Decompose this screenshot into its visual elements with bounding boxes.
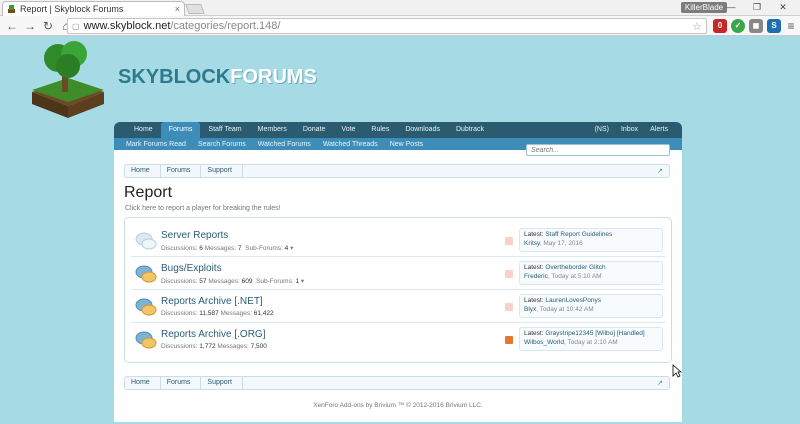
breadcrumb-support[interactable]: Support (201, 377, 243, 389)
browser-toolbar: ← → ↻ ⌂ ▢ www.skyblock.net/categories/re… (0, 16, 800, 36)
breadcrumb-support[interactable]: Support (201, 165, 243, 177)
subnav-watched-threads[interactable]: Watched Threads (317, 141, 384, 148)
main-nav: Home Forums Staff Team Members Donate Vo… (114, 122, 682, 138)
back-icon[interactable]: ← (4, 19, 20, 33)
latest-user-link[interactable]: Frederic (524, 273, 548, 280)
subforums-toggle-icon[interactable]: ▾ (290, 245, 293, 252)
breadcrumb-forums[interactable]: Forums (161, 165, 202, 177)
latest-post: Latest: Overtheborder Glitch Frederic, T… (519, 261, 663, 285)
nav-rules[interactable]: Rules (363, 122, 397, 138)
browser-tabstrip: Report | Skyblock Forums × KillerBlade —… (0, 0, 800, 16)
page-info-icon[interactable]: ▢ (72, 22, 80, 31)
minimize-icon[interactable]: — (718, 0, 744, 14)
latest-post: Latest: Staff Report Guidelines Kritsy, … (519, 228, 663, 252)
page-title: Report (124, 184, 173, 201)
rss-feed-icon[interactable] (505, 303, 513, 311)
forward-icon[interactable]: → (22, 19, 38, 33)
new-tab-button[interactable] (185, 4, 205, 14)
blue-extension-icon[interactable]: S (767, 19, 781, 33)
breadcrumb-home[interactable]: Home (125, 165, 161, 177)
chat-bubbles-icon (135, 331, 157, 349)
nav-inbox[interactable]: Inbox (615, 122, 644, 138)
jump-to-icon[interactable]: ↗ (657, 167, 663, 175)
jump-to-icon[interactable]: ↗ (657, 379, 663, 387)
subforums-toggle-icon[interactable]: ▾ (301, 278, 304, 285)
skyblock-logo-icon[interactable] (28, 40, 108, 120)
nav-account[interactable]: (NS) (589, 122, 615, 138)
reload-icon[interactable]: ↻ (40, 19, 56, 33)
breadcrumb-home[interactable]: Home (125, 377, 161, 389)
skyblock-favicon-icon (8, 4, 15, 13)
forum-node: Bugs/Exploits Discussions: 57 Messages: … (131, 257, 665, 290)
forum-stats: Discussions: 11,587 Messages: 61,422 (161, 310, 274, 317)
mouse-cursor-icon (672, 364, 682, 378)
adblock-extension-icon[interactable]: 0 (713, 19, 727, 33)
chat-bubbles-icon (135, 232, 157, 250)
menu-icon[interactable]: ≡ (784, 19, 798, 33)
latest-thread-link[interactable]: Graystripe12345 [Wilbo] [Handled] (545, 330, 644, 337)
forum-stats: Discussions: 6 Messages: 7 Sub-Forums: 4… (161, 245, 294, 252)
latest-thread-link[interactable]: LaurenLovesPonys (545, 297, 601, 304)
gray-extension-icon[interactable]: ◼ (749, 19, 763, 33)
bookmark-star-icon[interactable]: ☆ (692, 20, 702, 33)
forum-stats: Discussions: 1,772 Messages: 7,500 (161, 343, 267, 350)
url-path: /categories/report.148/ (170, 20, 281, 32)
forum-title[interactable]: Reports Archive [.ORG] (161, 329, 265, 340)
site-brand[interactable]: SKYBLOCKFORUMS (118, 66, 317, 89)
nav-downloads[interactable]: Downloads (397, 122, 448, 138)
window-controls: — ❐ ✕ (718, 0, 796, 14)
latest-user-link[interactable]: Wilbos_World (524, 339, 564, 346)
breadcrumb: Home Forums Support ↗ (124, 164, 670, 178)
forum-node: Server Reports Discussions: 6 Messages: … (131, 224, 665, 257)
forum-list: Server Reports Discussions: 6 Messages: … (124, 217, 672, 363)
nav-forums[interactable]: Forums (160, 122, 201, 138)
close-window-icon[interactable]: ✕ (770, 0, 796, 14)
forum-title[interactable]: Server Reports (161, 230, 228, 241)
nav-vote[interactable]: Vote (333, 122, 363, 138)
forum-title[interactable]: Reports Archive [.NET] (161, 296, 263, 307)
forum-node: Reports Archive [.ORG] Discussions: 1,77… (131, 323, 665, 356)
nav-alerts[interactable]: Alerts (644, 122, 674, 138)
user-nav: (NS) Inbox Alerts (589, 122, 682, 138)
latest-thread-link[interactable]: Overtheborder Glitch (545, 264, 605, 271)
url-host: www.skyblock.net (83, 20, 171, 32)
browser-tab[interactable]: Report | Skyblock Forums × (2, 1, 185, 16)
search-input[interactable] (526, 144, 670, 156)
nav-donate[interactable]: Donate (295, 122, 334, 138)
forum-stats: Discussions: 57 Messages: 609 Sub-Forums… (161, 278, 305, 285)
page-description: Click here to report a player for breaki… (125, 205, 281, 212)
subnav-search-forums[interactable]: Search Forums (192, 141, 252, 148)
latest-user-link[interactable]: Blyx (524, 306, 536, 313)
subnav-mark-read[interactable]: Mark Forums Read (120, 141, 192, 148)
chat-bubbles-icon (135, 265, 157, 283)
latest-user-link[interactable]: Kritsy (524, 240, 540, 247)
breadcrumb-bottom: Home Forums Support ↗ (124, 376, 670, 390)
nav-staff-team[interactable]: Staff Team (200, 122, 249, 138)
latest-post: Latest: Graystripe12345 [Wilbo] [Handled… (519, 327, 663, 351)
green-extension-icon[interactable]: ✓ (731, 19, 745, 33)
chat-bubbles-icon (135, 298, 157, 316)
latest-thread-link[interactable]: Staff Report Guidelines (545, 231, 612, 238)
subnav-new-posts[interactable]: New Posts (384, 141, 429, 148)
subnav-watched-forums[interactable]: Watched Forums (252, 141, 317, 148)
footer-copyright: XenForo Add-ons by Brivium ™ © 2012-2016… (313, 402, 483, 409)
tab-title: Report | Skyblock Forums (20, 4, 124, 14)
rss-feed-icon[interactable] (505, 336, 513, 344)
maximize-icon[interactable]: ❐ (744, 0, 770, 14)
nav-members[interactable]: Members (250, 122, 295, 138)
breadcrumb-forums[interactable]: Forums (161, 377, 202, 389)
forum-container: Home Forums Staff Team Members Donate Vo… (114, 122, 682, 422)
nav-home[interactable]: Home (126, 122, 161, 138)
rss-feed-icon[interactable] (505, 270, 513, 278)
latest-post: Latest: LaurenLovesPonys Blyx, Today at … (519, 294, 663, 318)
tab-close-icon[interactable]: × (175, 4, 180, 14)
page-content: Home Forums Support ↗ Report Click here … (114, 150, 682, 422)
nav-dubtrack[interactable]: Dubtrack (448, 122, 492, 138)
forum-node: Reports Archive [.NET] Discussions: 11,5… (131, 290, 665, 323)
address-bar[interactable]: ▢ www.skyblock.net/categories/report.148… (67, 18, 707, 34)
forum-title[interactable]: Bugs/Exploits (161, 263, 222, 274)
rss-feed-icon[interactable] (505, 237, 513, 245)
